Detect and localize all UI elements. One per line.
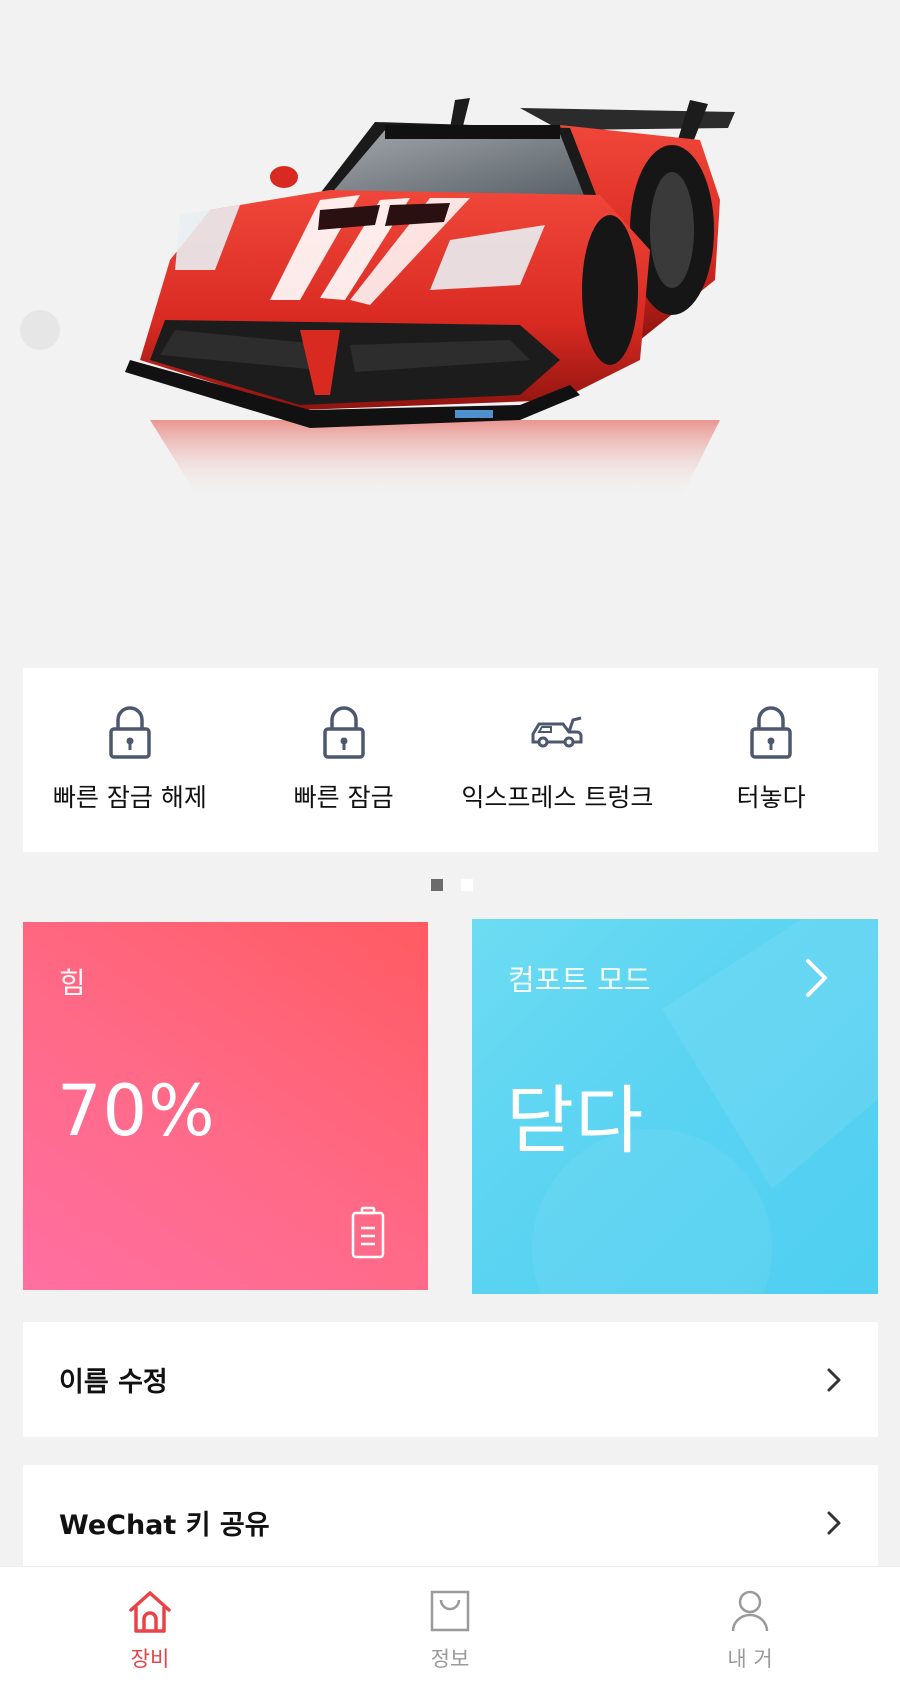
car-image [0, 0, 900, 650]
chevron-right-icon [827, 1511, 841, 1534]
quick-lock-label: 빠른 잠금 [293, 783, 394, 812]
page-indicator [431, 879, 473, 891]
express-trunk-button[interactable]: 익스프레스 트렁크 [451, 668, 665, 852]
red-sports-car-illustration [20, 98, 735, 500]
wechat-key-share-row[interactable]: WeChat 키 공유 [23, 1465, 878, 1580]
power-title: 힘 [59, 966, 86, 1000]
tab-mine-label: 내 거 [727, 1647, 773, 1671]
lock-icon [316, 702, 372, 762]
quick-unlock-label: 빠른 잠금 해제 [52, 783, 207, 812]
bag-icon [430, 1590, 470, 1632]
bottom-tab-bar: 장비 정보 내 거 [0, 1566, 900, 1691]
battery-icon [351, 1206, 385, 1259]
car-trunk-icon [529, 702, 585, 762]
page-dot-1[interactable] [431, 879, 443, 891]
lock-icon [102, 702, 158, 762]
wechat-key-share-label: WeChat 키 공유 [59, 1510, 270, 1541]
tab-info-label: 정보 [430, 1647, 470, 1671]
tab-info[interactable]: 정보 [300, 1567, 600, 1691]
quick-unlock-button[interactable]: 빠른 잠금 해제 [23, 668, 237, 852]
quick-actions-panel: 빠른 잠금 해제 빠른 잠금 익스프레스 트렁크 터놓다 [23, 668, 878, 852]
comfort-value: 닫다 [506, 1078, 645, 1164]
user-icon [731, 1590, 769, 1632]
tab-device[interactable]: 장비 [0, 1567, 300, 1691]
release-label: 터놓다 [736, 783, 806, 812]
express-trunk-label: 익스프레스 트렁크 [461, 783, 654, 812]
page-dot-2[interactable] [461, 879, 473, 891]
tab-mine[interactable]: 내 거 [600, 1567, 900, 1691]
quick-lock-button[interactable]: 빠른 잠금 [237, 668, 451, 852]
chevron-right-icon [827, 1368, 841, 1391]
lock-icon [743, 702, 799, 762]
tab-device-label: 장비 [130, 1647, 170, 1671]
edit-name-row[interactable]: 이름 수정 [23, 1322, 878, 1437]
comfort-title: 컴포트 모드 [508, 963, 651, 997]
power-card: 힘 70% [23, 922, 428, 1290]
chevron-right-icon [806, 959, 827, 997]
comfort-mode-card[interactable]: 컴포트 모드 닫다 [472, 919, 878, 1294]
home-icon [129, 1591, 171, 1633]
power-value: 70% [57, 1070, 216, 1152]
edit-name-label: 이름 수정 [59, 1367, 168, 1398]
release-button[interactable]: 터놓다 [664, 668, 878, 852]
